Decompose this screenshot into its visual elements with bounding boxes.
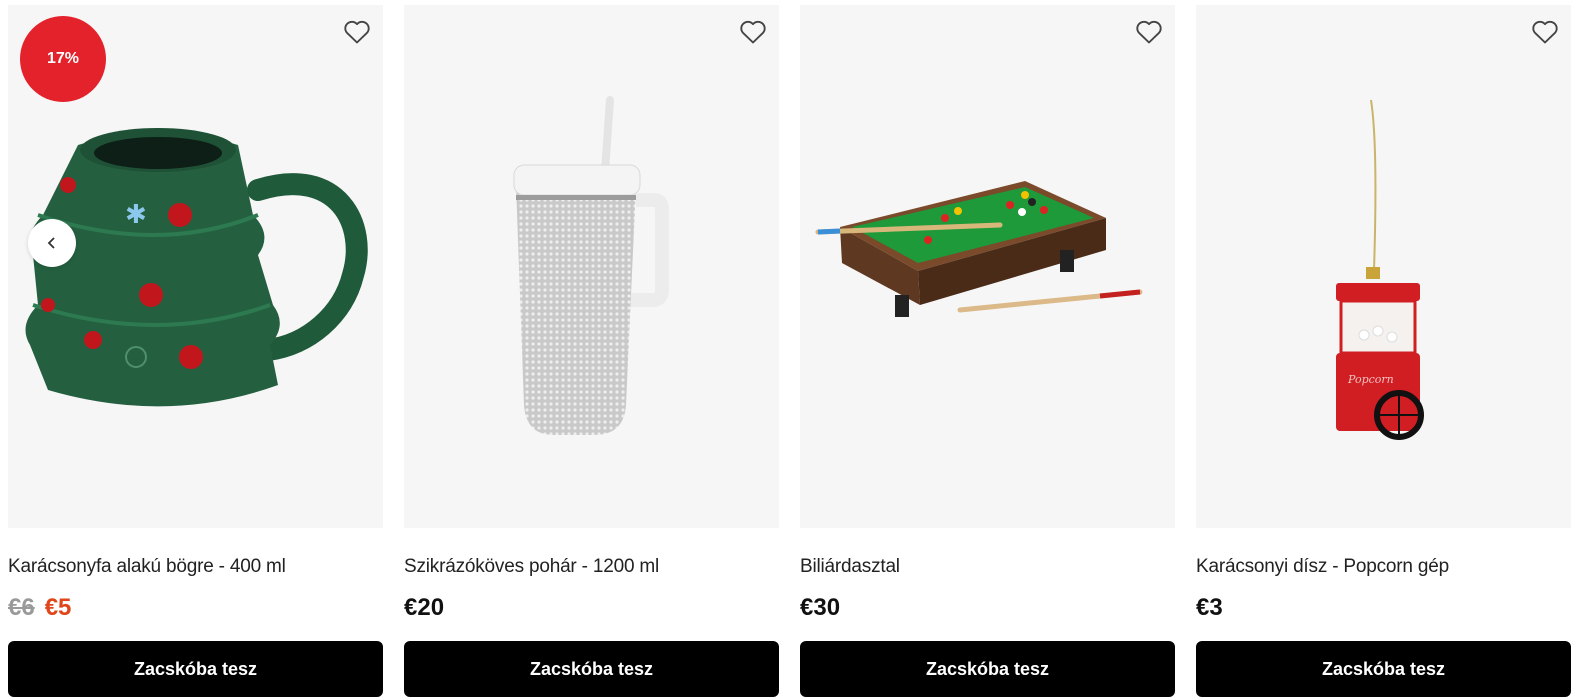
heart-outline-icon[interactable] (343, 19, 371, 45)
heart-outline-icon[interactable] (739, 19, 767, 45)
price: €20 (404, 594, 445, 621)
add-to-bag-button[interactable]: Zacskóba tesz (8, 641, 383, 697)
heart-outline-icon[interactable] (1531, 19, 1559, 45)
chevron-left-icon (47, 237, 55, 249)
product-price: €30 (800, 594, 840, 622)
add-to-bag-button[interactable]: Zacskóba tesz (404, 641, 779, 697)
product-name[interactable]: Biliárdasztal (800, 556, 900, 578)
add-to-bag-button[interactable]: Zacskóba tesz (1196, 641, 1571, 697)
heart-outline-icon[interactable] (1135, 19, 1163, 45)
product-image-area[interactable]: ✱ 17% (8, 5, 383, 528)
carousel-prev-button[interactable] (28, 219, 76, 267)
product-price: €3 (1196, 594, 1223, 622)
glitter-tumbler-image (513, 96, 669, 435)
product-card: Popcorn Karácsonyi dísz - Popcorn gép €3… (1196, 5, 1571, 700)
mini-pool-table-image (815, 181, 1143, 317)
discount-badge: 17% (20, 16, 106, 102)
old-price: €6 (8, 594, 35, 621)
product-grid: ✱ 17% Karácsonyfa alakú bögre - 400 ml €… (0, 0, 1578, 700)
product-card: ✱ 17% Karácsonyfa alakú bögre - 400 ml €… (8, 5, 383, 700)
product-image-area[interactable]: Popcorn (1196, 5, 1571, 528)
product-image-area[interactable] (800, 5, 1175, 528)
product-price: €20 (404, 594, 444, 622)
product-name[interactable]: Szikrázóköves pohár - 1200 ml (404, 556, 659, 578)
price: €30 (800, 594, 841, 621)
product-image-area[interactable] (404, 5, 779, 528)
product-name[interactable]: Karácsonyfa alakú bögre - 400 ml (8, 556, 286, 578)
svg-text:Popcorn: Popcorn (1347, 373, 1394, 386)
price: €3 (1196, 594, 1223, 621)
product-card: Szikrázóköves pohár - 1200 ml €20 Zacskó… (404, 5, 779, 700)
add-to-bag-button[interactable]: Zacskóba tesz (800, 641, 1175, 697)
svg-text:✱: ✱ (125, 200, 147, 230)
product-card: Biliárdasztal €30 Zacskóba tesz (800, 5, 1175, 700)
sale-price: €5 (44, 594, 72, 621)
product-name[interactable]: Karácsonyi dísz - Popcorn gép (1196, 556, 1449, 578)
product-price: €6 €5 (8, 594, 71, 622)
popcorn-machine-ornament-image: Popcorn (1336, 99, 1424, 440)
